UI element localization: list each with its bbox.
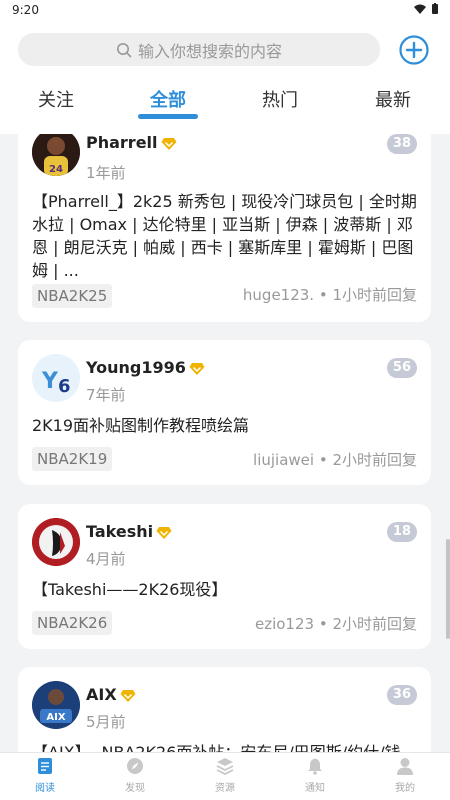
nav-resources[interactable]: 资源 [195,757,255,794]
search-bar[interactable]: 输入你想搜索的内容 [18,33,380,66]
tab-latest[interactable]: 最新 [353,86,433,112]
compass-icon [127,758,143,774]
post-card[interactable]: Y 6 Young1996 7年前 56 2K19面补贴图制作教程喷绘篇 NBA… [18,340,431,485]
reply-count-badge: 18 [386,522,417,542]
post-author[interactable]: Pharrell [86,134,177,152]
svg-text:Y: Y [41,369,59,394]
reply-count-badge: 38 [386,134,417,154]
avatar[interactable]: AIX [32,681,80,729]
post-tag[interactable]: NBA2K26 [32,611,113,635]
reply-count-badge: 36 [386,685,417,705]
vip-badge-icon [120,689,136,702]
nav-profile[interactable]: 我的 [375,757,435,794]
status-time: 9:20 [12,3,39,17]
nav-profile-label: 我的 [395,783,415,794]
status-icons [414,3,438,14]
avatar-image: Y 6 [32,354,80,402]
avatar[interactable] [32,518,80,566]
tab-following[interactable]: 关注 [16,86,96,112]
user-icon [397,758,413,775]
active-tab-indicator [138,114,198,119]
post-tag[interactable]: NBA2K25 [32,284,113,308]
avatar-image: 24 [32,134,80,176]
nav-read-label: 阅读 [35,783,55,794]
post-date: 7年前 [86,386,126,404]
nav-discover[interactable]: 发现 [105,757,165,794]
post-tag[interactable]: NBA2K19 [32,447,113,471]
nav-notifications-label: 通知 [305,783,325,794]
bell-icon [308,758,322,775]
nav-resources-label: 资源 [215,783,235,794]
last-reply-info: liujiawei • 2小时前回复 [253,451,417,469]
author-name[interactable]: Takeshi [86,522,153,541]
avatar-image [32,518,80,566]
post-date: 1年前 [86,164,126,182]
vip-badge-icon [161,137,177,150]
search-icon [116,42,132,57]
avatar-image: AIX [32,681,80,729]
author-name[interactable]: AIX [86,685,117,704]
nav-discover-label: 发现 [125,783,145,794]
post-card[interactable]: Takeshi 4月前 18 【Takeshi——2K26现役】 NBA2K26… [18,504,431,649]
post-author[interactable]: AIX [86,685,136,704]
post-title[interactable]: 【Pharrell_】2k25 新秀包 | 现役冷门球员包 | 全时期水拉 | … [32,190,417,282]
post-author[interactable]: Takeshi [86,522,172,541]
svg-text:AIX: AIX [46,712,65,723]
layers-icon [216,758,234,776]
nav-notifications[interactable]: 通知 [285,757,345,794]
nav-read[interactable]: 阅读 [15,757,75,794]
avatar[interactable]: 24 [32,134,80,176]
avatar[interactable]: Y 6 [32,354,80,402]
status-bar: 9:20 [0,0,450,22]
header: 输入你想搜索的内容 关注 全部 热门 最新 [0,22,450,134]
post-card[interactable]: 24 Pharrell 1年前 38 【Pharrell_】2k25 新秀包 |… [18,134,431,322]
feed-scrollbar[interactable] [446,539,450,639]
category-tabs: 关注 全部 热门 最新 [0,80,450,120]
tab-hot[interactable]: 热门 [240,86,320,112]
book-icon [38,758,52,774]
author-name[interactable]: Young1996 [86,358,186,377]
post-card[interactable]: AIX AIX 5月前 36 【AIX】- NBA2K26面补帖：安东尼/巴图斯… [18,667,431,752]
post-date: 4月前 [86,550,126,568]
post-title[interactable]: 2K19面补贴图制作教程喷绘篇 [32,414,417,437]
svg-text:6: 6 [58,376,71,397]
reply-count-badge: 56 [386,358,417,378]
post-author[interactable]: Young1996 [86,358,205,377]
add-post-icon[interactable] [398,34,430,66]
last-reply-info: huge123. • 1小时前回复 [242,286,417,304]
vip-badge-icon [156,526,172,539]
battery-icon [432,3,438,14]
post-title[interactable]: 【AIX】- NBA2K26面补帖：安东尼/巴图斯/约什/钱 [32,741,417,752]
bottom-nav: 阅读 发现 资源 通知 我的 [0,752,450,800]
search-placeholder: 输入你想搜索的内容 [137,41,282,61]
author-name[interactable]: Pharrell [86,134,158,152]
tab-all[interactable]: 全部 [128,86,208,112]
post-title[interactable]: 【Takeshi——2K26现役】 [32,578,417,601]
post-date: 5月前 [86,713,126,731]
wifi-icon [414,4,426,14]
last-reply-info: ezio123 • 2小时前回复 [254,615,417,633]
post-feed: 24 Pharrell 1年前 38 【Pharrell_】2k25 新秀包 |… [0,134,450,752]
vip-badge-icon [189,362,205,375]
svg-text:24: 24 [49,164,63,175]
